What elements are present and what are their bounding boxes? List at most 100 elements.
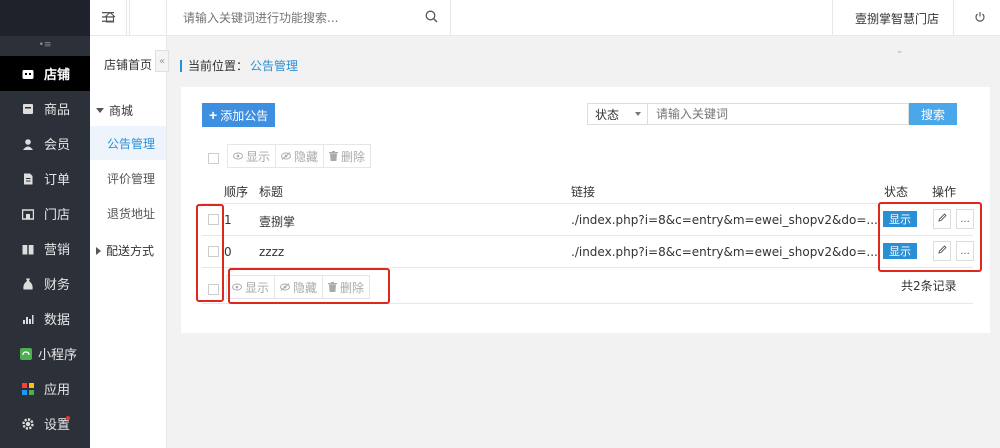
- bulk-show-button[interactable]: 显示: [226, 275, 276, 299]
- bulk-actions-top: 显示 隐藏 删除: [227, 144, 372, 168]
- status-filter-value: 状态: [595, 107, 620, 122]
- sidebar-item-store[interactable]: 店铺: [0, 56, 90, 91]
- row-order[interactable]: 1: [224, 213, 232, 227]
- sidebar-item-label: 营销: [44, 243, 71, 258]
- bulk-delete-button[interactable]: 删除: [324, 144, 372, 168]
- header-divider: [450, 0, 451, 36]
- column-header-order[interactable]: 顺序: [224, 183, 248, 200]
- eye-icon: [233, 152, 243, 160]
- miniprogram-icon: [20, 347, 32, 360]
- pencil-icon: [937, 213, 947, 225]
- sidebar-item-label: 商品: [44, 103, 71, 118]
- double-chevron-left-icon: «: [158, 55, 166, 67]
- breadcrumb-marker: [180, 59, 182, 72]
- row-link[interactable]: ./index.php?i=8&c=entry&m=ewei_shopv2&do…: [571, 213, 878, 227]
- sidebar-item-label: 会员: [44, 138, 71, 153]
- menu-button[interactable]: [90, 0, 127, 36]
- bulk-show-label: 显示: [245, 280, 270, 295]
- select-all-checkbox[interactable]: [208, 153, 219, 164]
- breadcrumb-prefix: 当前位置：: [188, 59, 249, 73]
- subnav-item-announcement[interactable]: 公告管理: [90, 126, 166, 160]
- row-checkbox[interactable]: [208, 246, 219, 257]
- subnav-group-mall[interactable]: 商城: [96, 102, 133, 119]
- collapse-subnav-button[interactable]: «: [155, 50, 169, 72]
- sidebar-toggle-icon[interactable]: •≡: [0, 36, 90, 54]
- subnav-group-shipping[interactable]: 配送方式: [96, 242, 154, 259]
- trash-icon: [328, 282, 338, 292]
- keyword-input[interactable]: [648, 103, 909, 125]
- search-input[interactable]: [183, 9, 433, 27]
- settings-icon: [22, 417, 34, 430]
- search-button[interactable]: 搜索: [909, 103, 957, 125]
- bulk-delete-label: 删除: [341, 149, 366, 164]
- table-divider: [202, 303, 973, 304]
- row-title: 壹捌掌: [259, 215, 296, 229]
- row-link[interactable]: ./index.php?i=8&c=entry&m=ewei_shopv2&do…: [571, 245, 878, 259]
- search-icon[interactable]: [425, 10, 438, 26]
- sidebar-item-goods[interactable]: 商品: [0, 91, 90, 126]
- breadcrumb-current[interactable]: 公告管理: [250, 57, 298, 74]
- status-badge[interactable]: 显示: [883, 243, 917, 259]
- notification-dot: [66, 416, 70, 420]
- more-button[interactable]: ...: [956, 209, 974, 229]
- edit-button[interactable]: [933, 209, 951, 229]
- eye-slash-icon: [280, 283, 291, 291]
- main-sidebar: •≡ 店铺 商品 会员 订单 门店 营销 财务 数据 小程序 应用 设置: [0, 0, 90, 448]
- header-divider: [832, 0, 833, 36]
- caret-down-icon: [96, 108, 104, 113]
- sidebar-item-label: 门店: [44, 208, 71, 223]
- sidebar-item-label: 店铺: [44, 68, 71, 83]
- bulk-hide-label: 隐藏: [294, 149, 319, 164]
- bulk-hide-button[interactable]: 隐藏: [276, 144, 325, 168]
- bulk-show-button[interactable]: 显示: [227, 144, 277, 168]
- sidebar-item-label: 应用: [44, 383, 71, 398]
- subnav-group-label: 配送方式: [106, 244, 155, 258]
- sidebar-item-member[interactable]: 会员: [0, 126, 90, 161]
- row-checkbox[interactable]: [208, 214, 219, 225]
- edit-button[interactable]: [933, 241, 951, 261]
- add-button-label: 添加公告: [220, 108, 269, 123]
- add-announcement-button[interactable]: + 添加公告: [202, 103, 276, 127]
- sidebar-item-label: 小程序: [38, 348, 78, 363]
- subnav-item-reviews[interactable]: 评价管理: [90, 161, 166, 195]
- sidebar-item-order[interactable]: 订单: [0, 161, 90, 196]
- select-all-checkbox[interactable]: [208, 284, 219, 295]
- column-header-status: 状态: [884, 185, 909, 199]
- sidebar-item-marketing[interactable]: 营销: [0, 231, 90, 266]
- apps-icon: [22, 382, 34, 395]
- trash-icon: [329, 151, 339, 161]
- table-divider: [202, 235, 973, 236]
- sub-sidebar: 店铺首页 « 商城 公告管理 评价管理 退货地址 配送方式: [90, 0, 169, 448]
- sidebar-item-miniprogram[interactable]: 小程序: [0, 336, 90, 371]
- subnav-item-return-address[interactable]: 退货地址: [90, 196, 166, 230]
- subnav-home[interactable]: 店铺首页: [104, 56, 152, 73]
- sidebar-item-label: 财务: [44, 278, 71, 293]
- more-button[interactable]: ...: [956, 241, 974, 261]
- header-divider: [953, 0, 954, 36]
- column-header-link: 链接: [571, 185, 596, 199]
- eye-icon: [232, 283, 242, 291]
- row-order[interactable]: 0: [224, 245, 232, 259]
- bulk-delete-button[interactable]: 删除: [323, 275, 371, 299]
- marketing-icon: [22, 243, 34, 255]
- order-icon: [22, 173, 34, 185]
- sidebar-item-data[interactable]: 数据: [0, 301, 90, 336]
- sub-sidebar-top: [90, 0, 166, 36]
- sidebar-item-apps[interactable]: 应用: [0, 371, 90, 406]
- chevron-down-icon[interactable]: ⌄: [896, 46, 904, 56]
- data-icon: [22, 313, 34, 325]
- store-name[interactable]: 壹捌掌智慧门店: [855, 10, 939, 27]
- bulk-hide-button[interactable]: 隐藏: [275, 275, 324, 299]
- status-badge[interactable]: 显示: [883, 211, 917, 227]
- status-filter-select[interactable]: 状态: [587, 103, 648, 125]
- table-divider: [202, 203, 973, 204]
- sidebar-item-settings[interactable]: 设置: [0, 406, 90, 441]
- sidebar-item-label: 订单: [44, 173, 71, 188]
- power-icon[interactable]: [974, 11, 986, 26]
- caret-right-icon: [96, 246, 101, 255]
- table-divider: [202, 267, 973, 268]
- sidebar-item-finance[interactable]: 财务: [0, 266, 90, 301]
- bulk-actions-bottom: 显示 隐藏 删除: [226, 275, 371, 299]
- total-records: 共2条记录: [901, 279, 957, 293]
- sidebar-item-shop[interactable]: 门店: [0, 196, 90, 231]
